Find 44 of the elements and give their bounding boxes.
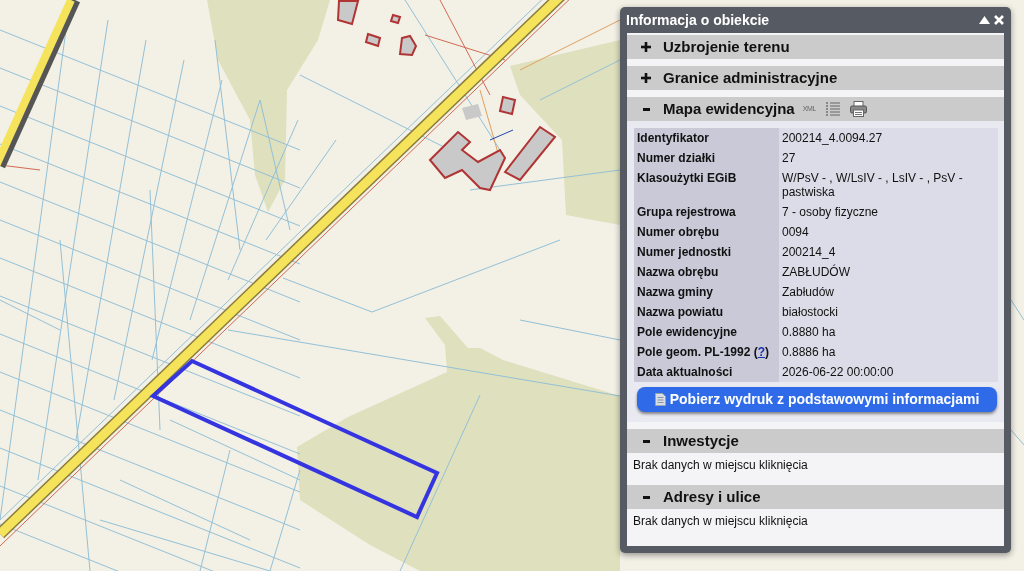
- attribute-value: białostocki: [779, 302, 998, 322]
- window-title: Informacja o obiekcie: [626, 12, 770, 28]
- attribute-value: 0094: [779, 222, 998, 242]
- attribute-value: 200214_4: [779, 242, 998, 262]
- attribute-label: Identyfikator: [634, 128, 779, 148]
- building: [364, 32, 382, 48]
- section-toggle[interactable]: Uzbrojenie terenu: [627, 38, 790, 56]
- attribute-value: 200214_4.0094.27: [779, 128, 998, 148]
- section-toggle[interactable]: Granice administracyjne: [627, 69, 838, 87]
- download-printout-button[interactable]: Pobierz wydruk z podstawowymi informacjami: [637, 387, 997, 412]
- printer-icon[interactable]: [850, 101, 868, 117]
- attribute-value: Zabłudów: [779, 282, 998, 302]
- attribute-value: 27: [779, 148, 998, 168]
- collapse-icon[interactable]: [979, 16, 990, 24]
- attribute-label: Pole ewidencyjne: [634, 322, 779, 342]
- attribute-value: 0.8886 ha: [779, 342, 998, 362]
- empty-message: Brak danych w miejscu kliknięcia: [633, 458, 808, 472]
- building: [462, 104, 482, 120]
- section-toggle[interactable]: Inwestycje: [627, 432, 739, 450]
- attribute-label: Data aktualności: [634, 362, 779, 382]
- document-icon: [654, 393, 666, 406]
- attribute-label: Nazwa powiatu: [634, 302, 779, 322]
- close-icon[interactable]: [994, 15, 1004, 25]
- building: [389, 13, 402, 25]
- attribute-value: 0.8880 ha: [779, 322, 998, 342]
- section-toggle[interactable]: Adresy i ulice: [627, 488, 761, 506]
- empty-message: Brak danych w miejscu kliknięcia: [633, 514, 808, 528]
- attribute-label: Numer obrębu: [634, 222, 779, 242]
- attribute-value: 2026-06-22 00:00:00: [779, 362, 998, 382]
- selected-parcel-outline[interactable]: [149, 358, 440, 520]
- building: [498, 95, 517, 116]
- attribute-value: ZABŁUDÓW: [779, 262, 998, 282]
- attribute-label: Nazwa gminy: [634, 282, 779, 302]
- building: [336, 0, 360, 26]
- attribute-value: 7 - osoby fizyczne: [779, 202, 998, 222]
- attribute-label: Numer działki: [634, 148, 779, 168]
- attribute-label: Pole geom. PL-1992 (?): [634, 342, 779, 362]
- attribute-label: Klasoużytki EGiB: [634, 168, 779, 202]
- attribute-label: Grupa rejestrowa: [634, 202, 779, 222]
- attribute-label: Nazwa obrębu: [634, 262, 779, 282]
- attribute-value: W/PsV - , W/LsIV - , LsIV - , PsV - pastwiska: [779, 168, 998, 202]
- building: [398, 34, 418, 57]
- section-toggle[interactable]: Mapa ewidencyjna: [627, 100, 795, 118]
- attribute-label: Numer jednostki: [634, 242, 779, 262]
